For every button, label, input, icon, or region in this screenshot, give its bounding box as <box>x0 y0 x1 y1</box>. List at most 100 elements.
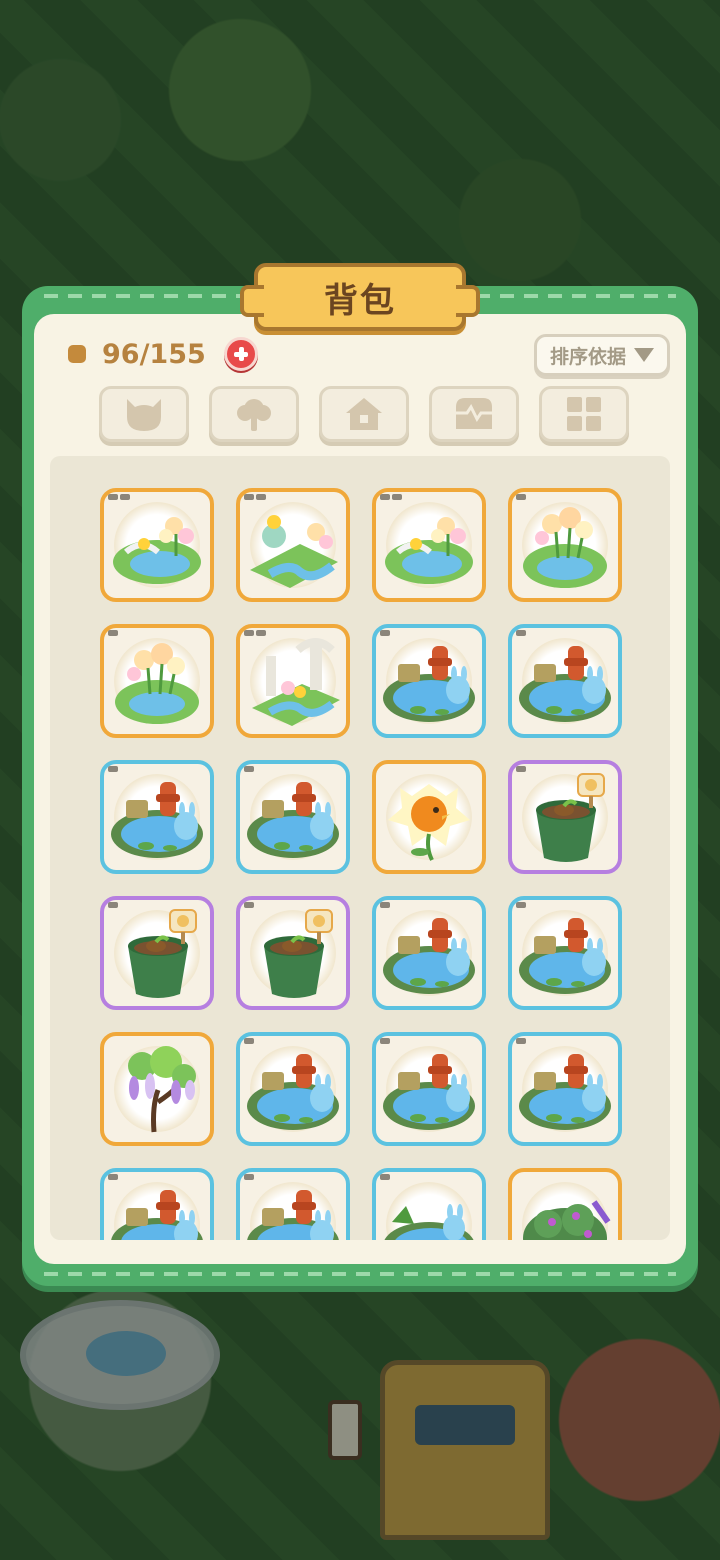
flower-bush-icon <box>523 1200 611 1240</box>
capacity-count: 96/155 <box>102 338 206 370</box>
page-title: 背包 <box>324 280 396 321</box>
bunny-lily-pond-icon <box>384 1204 474 1240</box>
tag-mark <box>244 766 254 772</box>
add-capacity-button[interactable] <box>223 337 258 371</box>
item-tag-badge <box>516 902 526 908</box>
house-icon <box>346 398 382 430</box>
item-tag-badge <box>380 494 402 500</box>
item-seedling-pot[interactable] <box>236 896 350 1010</box>
capacity-icon <box>68 345 86 363</box>
item-flower-bush[interactable] <box>508 1168 622 1240</box>
item-bunny-hydrant-pond[interactable] <box>100 760 214 874</box>
tag-mark <box>120 494 130 500</box>
item-tag-badge <box>244 902 254 908</box>
chick-flower-icon <box>388 784 470 861</box>
item-tag-badge <box>380 1038 390 1044</box>
tab-buildings[interactable] <box>319 386 409 442</box>
seedling-pot-icon <box>536 773 605 862</box>
tag-mark <box>244 1038 254 1044</box>
item-tag-badge <box>380 1174 390 1180</box>
bunny-hydrant-pond-icon <box>383 646 475 722</box>
item-tag-badge <box>108 630 118 636</box>
bunny-hydrant-pond-icon <box>383 1054 475 1130</box>
item-chick-flower[interactable] <box>372 760 486 874</box>
tag-mark <box>256 630 266 636</box>
tab-plants[interactable] <box>209 386 299 442</box>
tag-mark <box>108 630 118 636</box>
item-bunny-hydrant-pond[interactable] <box>508 896 622 1010</box>
bunny-hydrant-pond-icon <box>383 918 475 994</box>
item-tag-badge <box>380 630 390 636</box>
item-flower-bridge-pond[interactable] <box>372 488 486 602</box>
grid-icon <box>567 397 601 431</box>
tag-mark <box>244 630 254 636</box>
category-tabs <box>99 386 629 442</box>
item-bunny-hydrant-pond[interactable] <box>236 1168 350 1240</box>
bunny-hydrant-pond-icon <box>111 782 203 858</box>
tag-mark <box>380 494 390 500</box>
tag-mark <box>108 766 118 772</box>
bunny-hydrant-pond-icon <box>519 918 611 994</box>
flower-bridge-pond-icon <box>113 517 201 584</box>
bunny-hydrant-pond-icon <box>247 1190 339 1240</box>
item-tag-badge <box>108 494 130 500</box>
tag-mark <box>108 1174 118 1180</box>
tag-mark <box>244 1174 254 1180</box>
item-tag-badge <box>516 766 526 772</box>
item-bunny-hydrant-pond[interactable] <box>372 624 486 738</box>
item-bunny-hydrant-pond[interactable] <box>100 1168 214 1240</box>
sort-label: 排序依据 <box>549 345 626 368</box>
bunny-hydrant-pond-icon <box>247 782 339 858</box>
item-ruins-flower-stream[interactable] <box>236 624 350 738</box>
item-tag-badge <box>244 1038 254 1044</box>
item-flower-stream-garden[interactable] <box>236 488 350 602</box>
sort-dropdown[interactable]: 排序依据 <box>534 334 670 376</box>
item-bunny-hydrant-pond[interactable] <box>236 760 350 874</box>
item-bunny-hydrant-pond[interactable] <box>508 1032 622 1146</box>
item-tag-badge <box>244 630 266 636</box>
tab-decorations[interactable] <box>429 386 519 442</box>
bunny-hydrant-pond-icon <box>519 1054 611 1130</box>
item-bunny-hydrant-pond[interactable] <box>372 1032 486 1146</box>
item-bunny-hydrant-pond[interactable] <box>508 624 622 738</box>
item-tag-badge <box>244 766 254 772</box>
treasure-chest-icon <box>456 398 492 429</box>
item-tag-badge <box>108 1174 118 1180</box>
item-bunny-hydrant-pond[interactable] <box>236 1032 350 1146</box>
tag-mark <box>516 766 526 772</box>
tag-mark <box>108 902 118 908</box>
seedling-pot-icon <box>264 909 333 998</box>
tag-mark <box>380 1174 390 1180</box>
tab-all[interactable] <box>539 386 629 442</box>
tab-pets[interactable] <box>99 386 189 442</box>
capacity-display: 96/155 <box>68 336 258 372</box>
flower-pond-icon <box>115 643 199 724</box>
tag-mark <box>380 630 390 636</box>
tag-mark <box>244 494 254 500</box>
item-seedling-pot[interactable] <box>100 896 214 1010</box>
item-flower-pond[interactable] <box>508 488 622 602</box>
tag-mark <box>516 494 526 500</box>
bunny-hydrant-pond-icon <box>111 1190 203 1240</box>
item-tag-badge <box>516 494 526 500</box>
item-bunny-lily-pond[interactable] <box>372 1168 486 1240</box>
item-tag-badge <box>516 1038 526 1044</box>
item-tag-badge <box>516 630 526 636</box>
tag-mark <box>380 902 390 908</box>
item-seedling-pot[interactable] <box>508 760 622 874</box>
item-tag-badge <box>108 902 118 908</box>
item-flower-bridge-pond[interactable] <box>100 488 214 602</box>
item-tag-badge <box>108 766 118 772</box>
tag-mark <box>516 1038 526 1044</box>
seedling-pot-icon <box>128 909 197 998</box>
item-flower-pond[interactable] <box>100 624 214 738</box>
tag-mark <box>380 1038 390 1044</box>
panel-stitch-bottom <box>44 1272 676 1276</box>
item-wisteria-tree[interactable] <box>100 1032 214 1146</box>
title-banner: 背包 <box>240 263 480 331</box>
tag-mark <box>256 494 266 500</box>
flower-bridge-pond-icon <box>385 517 473 584</box>
item-bunny-hydrant-pond[interactable] <box>372 896 486 1010</box>
cat-head-icon <box>127 399 161 431</box>
inventory-grid <box>50 456 670 1240</box>
